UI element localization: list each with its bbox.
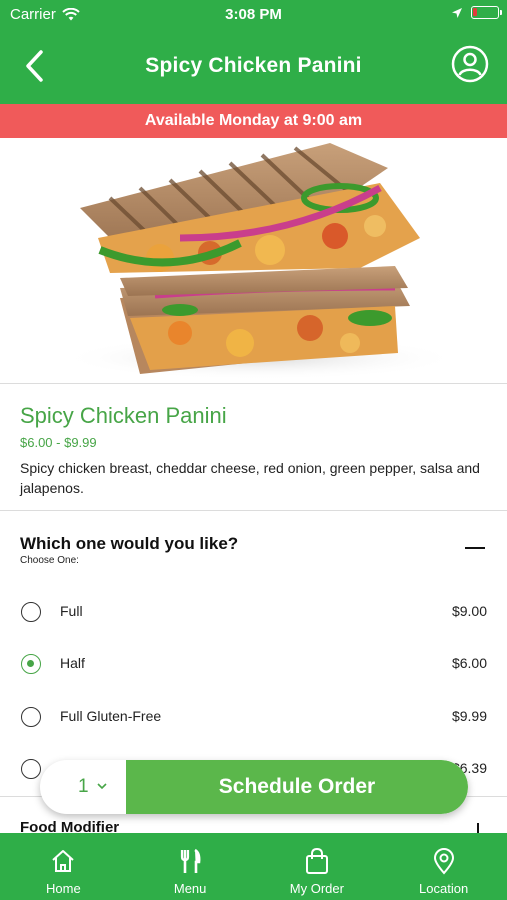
option-label: Full Gluten-Free: [60, 708, 162, 724]
options-instruction: Choose One:: [20, 555, 79, 566]
option-price: $6.00: [451, 655, 487, 671]
quantity-selector[interactable]: 1: [40, 760, 126, 814]
option-label: Half: [60, 655, 85, 671]
tab-label: Home: [46, 881, 81, 896]
home-icon: [52, 850, 75, 872]
product-description: Spicy chicken breast, cheddar cheese, re…: [20, 460, 480, 496]
status-bar: Carrier 3:08 PM: [0, 0, 507, 30]
radio-button[interactable]: [21, 602, 41, 622]
expand-plus-icon[interactable]: [477, 823, 479, 833]
chevron-down-icon: [97, 783, 107, 790]
battery-icon: [471, 6, 502, 19]
clock: 3:08 PM: [225, 6, 282, 23]
radio-button[interactable]: [21, 707, 41, 727]
radio-button-selected[interactable]: [21, 654, 41, 674]
availability-banner: Available Monday at 9:00 am: [0, 104, 507, 138]
option-label: Full: [60, 603, 83, 619]
fork-knife-icon: [181, 848, 201, 873]
options-question: Which one would you like?: [20, 534, 239, 553]
page-title: Spicy Chicken Panini: [145, 54, 362, 77]
tab-location[interactable]: Location: [380, 833, 507, 900]
shopping-bag-icon: [305, 847, 328, 874]
location-arrow-icon: [452, 7, 462, 18]
option-price: $9.99: [451, 708, 487, 724]
divider: [0, 510, 507, 511]
option-full-gluten-free[interactable]: Full Gluten-Free $9.99: [0, 697, 507, 737]
tab-label: Menu: [173, 881, 207, 896]
tab-my-order[interactable]: My Order: [254, 833, 381, 900]
quantity-value: 1: [78, 776, 89, 797]
product-name: Spicy Chicken Panini: [20, 403, 227, 428]
divider: [0, 383, 507, 384]
tab-menu[interactable]: Menu: [127, 833, 254, 900]
tab-label: Location: [419, 881, 469, 896]
user-account-icon: [451, 45, 489, 83]
tab-home[interactable]: Home: [0, 833, 127, 900]
product-price-range: $6.00 - $9.99: [20, 435, 97, 450]
status-right: [451, 6, 502, 19]
collapse-minus-icon[interactable]: [465, 547, 485, 549]
product-detail-screen: Carrier 3:08 PM Spicy Chicken Panini Ava…: [0, 0, 507, 900]
navigation-header: Spicy Chicken Panini: [0, 30, 507, 104]
option-full[interactable]: Full $9.00: [0, 592, 507, 632]
tab-label: My Order: [289, 881, 344, 896]
option-half[interactable]: Half $6.00: [0, 644, 507, 684]
order-bar: 1 Schedule Order: [40, 760, 468, 814]
bottom-tab-bar: Home Menu My Order Location: [0, 833, 507, 900]
schedule-order-button[interactable]: Schedule Order: [126, 760, 468, 814]
panini-illustration: [60, 143, 460, 380]
radio-button[interactable]: [21, 759, 41, 779]
option-price: $9.00: [451, 603, 487, 619]
location-pin-icon: [433, 848, 454, 875]
profile-button[interactable]: [451, 45, 489, 83]
product-image: [0, 138, 507, 383]
